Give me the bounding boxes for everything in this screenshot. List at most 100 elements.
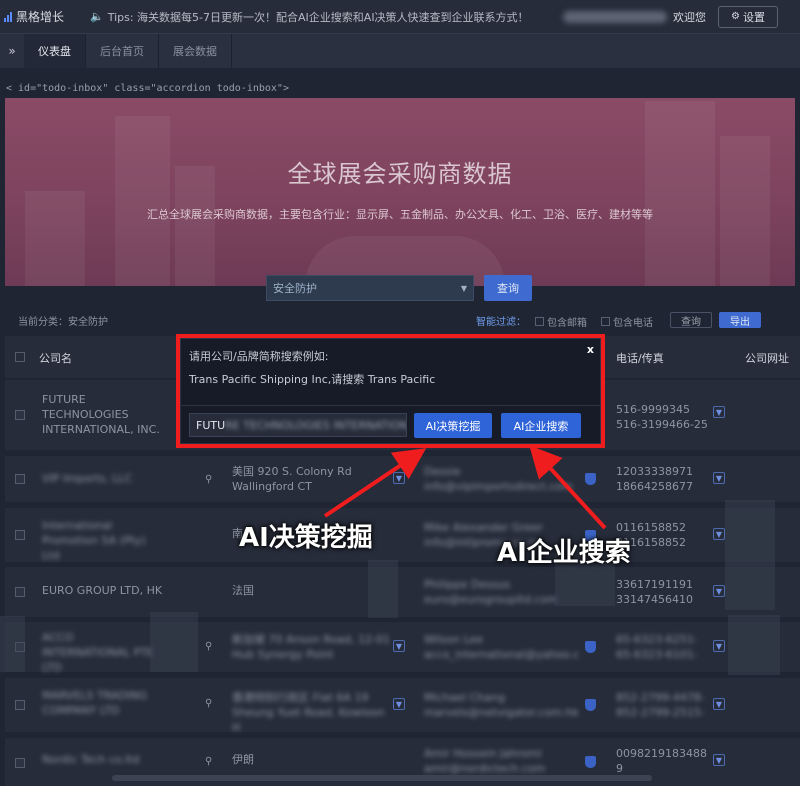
tab-label: 展会数据 <box>173 45 217 58</box>
collapse-toggle-icon[interactable]: » <box>0 34 24 68</box>
company-address: 香港特别行政区 Flat 6A 19 Sheung Yuet Road, Kow… <box>232 691 385 734</box>
leaked-markup-text: < id="todo-inbox" class="accordion todo-… <box>6 83 289 94</box>
banner-title: 全球展会采购商数据 <box>287 160 513 188</box>
phone-fax: 65-6323-6251- 65-6323-6101- <box>616 633 698 661</box>
phone-fax: 12033338971 18664258677 <box>616 465 693 493</box>
horizontal-scrollbar[interactable] <box>112 775 652 781</box>
filter-query-button[interactable]: 查询 <box>670 312 712 328</box>
search-icon[interactable]: ⚲ <box>205 698 212 709</box>
tab-label: 仪表盘 <box>38 45 71 58</box>
expand-website-icon[interactable]: ▼ <box>713 698 725 710</box>
filter-row: 当前分类：安全防护 智能过滤： 包含邮箱 包含电话 查询 导出 <box>0 312 800 330</box>
company-address: 法国 <box>232 584 254 597</box>
callout-ai-company: AI企业搜索 <box>497 538 631 568</box>
select-all-checkbox[interactable] <box>15 352 25 362</box>
logo-bars-icon <box>4 11 12 22</box>
phone-fax: 516-9999345 516-3199466-25 <box>616 403 708 431</box>
settings-button[interactable]: ⚙ 设置 <box>718 5 778 28</box>
privacy-mosaic <box>368 560 398 618</box>
search-query-button[interactable]: 查询 <box>484 275 532 301</box>
expand-website-icon[interactable]: ▼ <box>713 528 725 540</box>
expand-address-icon[interactable]: ▼ <box>393 640 405 652</box>
category-select-value: 安全防护 <box>273 282 317 295</box>
expand-website-icon[interactable]: ▼ <box>713 640 725 652</box>
expand-website-icon[interactable]: ▼ <box>713 472 725 484</box>
contact-info: Philippe Dessus euro@eurogroupltd.com <box>424 578 558 606</box>
table-row[interactable]: MARVELS TRADING COMPANY LTD ⚲ 香港特别行政区 Fl… <box>5 678 800 734</box>
tab-dashboard[interactable]: 仪表盘 <box>24 34 86 68</box>
column-phone: 电话/传真 <box>616 352 664 365</box>
contact-info: Michael Chang marvels@netvigator.com.hk <box>424 691 579 719</box>
company-name: ACCO INTERNATIONAL PTE LTD <box>42 631 154 674</box>
include-email-label: 包含邮箱 <box>547 318 587 329</box>
tab-label: 后台首页 <box>100 45 144 58</box>
row-checkbox[interactable] <box>15 474 25 484</box>
banner-subtitle: 汇总全球展会采购商数据，主要包含行业：显示屏、五金制品、办公文具、化工、卫浴、医… <box>147 208 653 221</box>
callout-ai-decision: AI决策挖掘 <box>239 523 373 553</box>
privacy-mosaic <box>728 615 780 675</box>
column-website: 公司网址 <box>745 352 789 365</box>
company-address: 美国 920 S. Colony Rd Wallingford CT <box>232 465 352 493</box>
table-row[interactable]: International Promotion SA (Pty) Ltd 南非 … <box>5 508 800 562</box>
company-name: VIP Imports, LLC <box>42 472 133 485</box>
settings-label: 设置 <box>742 10 765 24</box>
current-category: 当前分类：安全防护 <box>18 317 108 328</box>
include-phone-checkbox[interactable]: 包含电话 <box>601 314 653 329</box>
row-checkbox[interactable] <box>15 410 25 420</box>
tab-bar: » 仪表盘 后台首页 展会数据 <box>0 34 800 68</box>
app-logo[interactable]: 黑格增长 <box>4 8 90 25</box>
row-checkbox[interactable] <box>15 587 25 597</box>
tab-admin-home[interactable]: 后台首页 <box>86 34 159 68</box>
search-icon[interactable]: ⚲ <box>205 474 212 485</box>
include-email-checkbox[interactable]: 包含邮箱 <box>535 314 587 329</box>
table-row[interactable]: VIP Imports, LLC ⚲ 美国 920 S. Colony Rd W… <box>5 456 800 502</box>
company-name: EURO GROUP LTD, HK <box>42 584 163 597</box>
verified-shield-icon <box>585 473 596 485</box>
checkbox-box <box>601 317 610 326</box>
speaker-icon: 🔈 <box>90 10 104 23</box>
row-checkbox[interactable] <box>15 700 25 710</box>
privacy-mosaic <box>150 612 198 672</box>
welcome-text: 欢迎您 <box>673 10 706 24</box>
company-name: MARVELS TRADING COMPANY LTD <box>42 689 148 717</box>
expand-website-icon[interactable]: ▼ <box>713 585 725 597</box>
search-icon[interactable]: ⚲ <box>205 756 212 767</box>
building-shape <box>115 116 170 286</box>
expand-website-icon[interactable]: ▼ <box>713 754 725 766</box>
building-shape <box>645 101 715 286</box>
contact-info: Wilson Lee acco_international@yahoo.c <box>424 633 580 661</box>
category-select[interactable]: 安全防护 ▼ <box>266 275 474 301</box>
table-row[interactable]: ACCO INTERNATIONAL PTE LTD ⚲ 新加坡 70 Anso… <box>5 622 800 674</box>
tips-bar: 🔈 Tips: 海关数据每5-7日更新一次！配合AI企业搜索和AI决策人快速查到… <box>90 9 563 25</box>
phone-fax: 33617191191 33147456410 <box>616 578 693 606</box>
privacy-mosaic <box>725 500 775 610</box>
tab-exhibition-data[interactable]: 展会数据 <box>159 34 232 68</box>
verified-shield-icon <box>585 641 596 653</box>
caret-down-icon: ▼ <box>460 283 467 293</box>
phone-fax: 0098219183488 9 <box>616 747 707 775</box>
category-search: 安全防护 ▼ 查询 <box>266 275 532 301</box>
verified-shield-icon <box>585 699 596 711</box>
row-checkbox[interactable] <box>15 530 25 540</box>
export-button[interactable]: 导出 <box>719 312 761 328</box>
expand-address-icon[interactable]: ▼ <box>393 698 405 710</box>
company-address: 伊朗 <box>232 753 254 766</box>
checkbox-box <box>535 317 544 326</box>
smart-filter-label: 智能过滤： <box>476 317 526 328</box>
row-checkbox[interactable] <box>15 758 25 768</box>
column-company: 公司名 <box>39 352 72 365</box>
app-logo-text: 黑格增长 <box>16 10 65 24</box>
user-account-blurred[interactable] <box>563 10 667 23</box>
search-icon[interactable]: ⚲ <box>205 641 212 652</box>
gear-icon: ⚙ <box>731 11 740 22</box>
verified-shield-icon <box>585 756 596 768</box>
company-name: FUTURE TECHNOLOGIES INTERNATIONAL, INC. <box>42 393 160 436</box>
hero-banner: 全球展会采购商数据 汇总全球展会采购商数据，主要包含行业：显示屏、五金制品、办公… <box>5 98 795 286</box>
expand-address-icon[interactable]: ▼ <box>393 472 405 484</box>
company-address: 新加坡 70 Anson Road, 12-01 Hub Synergy Poi… <box>232 633 390 661</box>
privacy-mosaic <box>0 616 25 672</box>
company-name: Nordic Tech co.ltd <box>42 753 140 766</box>
tips-text: Tips: 海关数据每5-7日更新一次！配合AI企业搜索和AI决策人快速查到企业… <box>107 10 529 24</box>
expand-website-icon[interactable]: ▼ <box>713 406 725 418</box>
table-row[interactable]: EURO GROUP LTD, HK 法国 Philippe Dessus eu… <box>5 567 800 617</box>
